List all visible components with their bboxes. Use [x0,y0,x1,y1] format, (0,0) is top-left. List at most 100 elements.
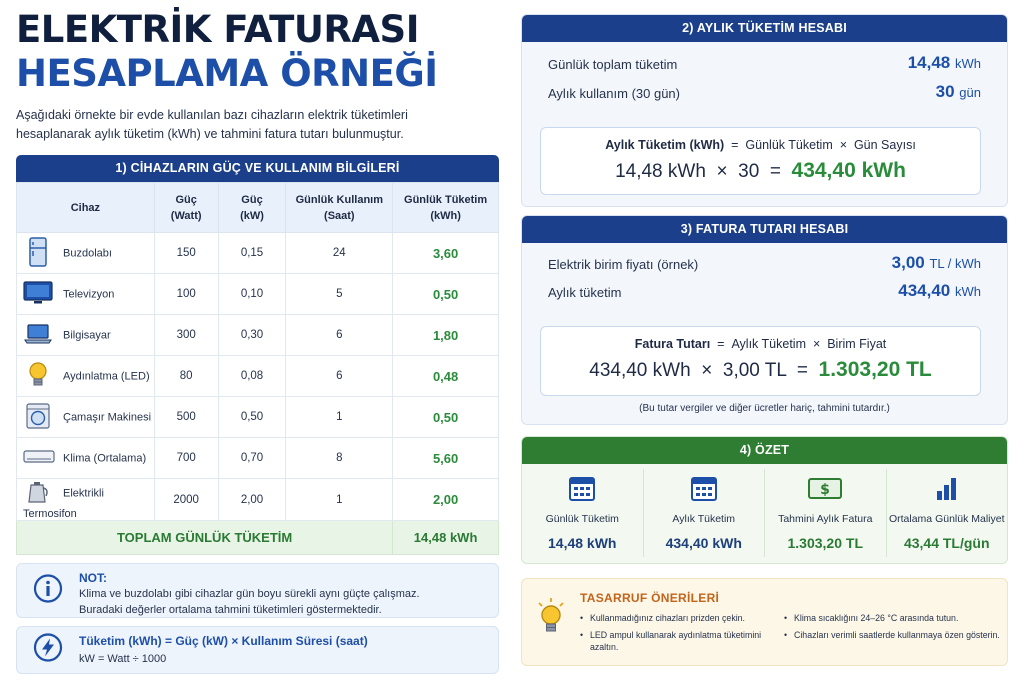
device-name: Televizyon [63,288,115,300]
tv-icon [23,280,53,308]
unit-price-value: 3,00 TL / kWh [891,253,981,272]
info-icon [33,573,63,608]
device-kw: 0,15 [217,232,287,274]
device-kwh: 1,80 [392,314,499,356]
summary-item: Ortalama Günlük Maliyet 43,44 TL/gün [887,469,1008,557]
total-value: 14,48 kWh [392,520,499,556]
device-name: Bilgisayar [63,329,111,341]
lightbulb-icon [536,597,566,642]
device-kwh: 3,60 [392,232,499,274]
bar-chart-icon [887,473,1008,505]
note-line1: Klima ve buzdolabı gibi cihazlar gün boy… [79,588,420,600]
table-row: Aydınlatma (LED) 80 0,08 6 0,48 [16,355,499,397]
table-row: Klima (Ortalama) 700 0,70 8 5,60 [16,437,499,479]
total-label: TOPLAM GÜNLÜK TÜKETİM [15,520,394,556]
summary-label: Günlük Tüketim [545,513,619,525]
bill-calculation: 434,40 kWh × 3,00 TL = 1.303,20 TL [589,358,932,381]
monthly-consumption-value: 434,40 kWh [898,281,981,300]
summary-value: 14,48 kWh [548,535,617,551]
tips-list-left: Kullanmadığınız cihazları prizden çekin.… [580,612,770,658]
col-header-consumption: Günlük Tüketim (kWh) [392,182,499,233]
col-header-device: Cihaz [16,182,155,233]
summary-item: Aylık Tüketim 434,40 kWh [644,469,765,557]
monthly-formula-box: Aylık Tüketim (kWh) = Günlük Tüketim × G… [540,127,981,195]
tip-item: Cihazları verimli saatlerde kullanmaya ö… [784,629,1004,641]
device-watt: 2000 [153,477,219,522]
device-name: Klima (Ortalama) [63,452,147,464]
col-header-watt: Güç (Watt) [153,182,219,233]
device-watt: 500 [153,396,219,438]
device-kw: 0,08 [217,355,287,397]
device-hours: 1 [285,477,394,522]
summary-label: Aylık Tüketim [672,513,736,525]
device-kwh: 2,00 [392,477,499,522]
unit-price-row: Elektrik birim fiyatı (örnek) 3,00 TL / … [548,253,981,277]
monthly-formula: Aylık Tüketim (kWh) = Günlük Tüketim × G… [605,138,916,152]
note-title: NOT: [79,571,107,585]
device-watt: 300 [153,314,219,356]
calendar-icon [644,473,765,505]
device-watt: 80 [153,355,219,397]
tip-item: Kullanmadığınız cihazları prizden çekin. [580,612,770,624]
formula-line: kW = Watt ÷ 1000 [79,653,167,665]
bill-formula: Fatura Tutarı = Aylık Tüketim × Birim Fi… [634,337,887,351]
money-icon: $ [765,473,886,505]
summary-panel: 4) ÖZET Günlük Tüketim 14,48 kWh Aylık T… [521,436,1008,564]
device-kw: 0,50 [217,396,287,438]
monthly-consumption-label: Aylık tüketim [548,285,622,300]
daily-total-label: Günlük toplam tüketim [548,57,678,72]
device-hours: 1 [285,396,394,438]
tips-title: TASARRUF ÖNERİLERİ [580,591,720,605]
device-hours: 6 [285,355,394,397]
bill-footnote: (Bu tutar vergiler ve diğer ücretler har… [639,403,890,414]
summary-item: Günlük Tüketim 14,48 kWh [522,469,644,557]
lightbulb-icon [23,361,53,392]
device-watt: 100 [153,273,219,315]
bill-result: 1.303,20 TL [818,358,932,381]
monthly-consumption-row: Aylık tüketim 434,40 kWh [548,281,981,305]
monthly-consumption-panel: 2) AYLIK TÜKETİM HESABI Günlük toplam tü… [521,14,1008,207]
section1-title: 1) CİHAZLARIN GÜÇ VE KULLANIM BİLGİLERİ [16,155,499,182]
lightning-icon [33,633,63,668]
note-line2: Buradaki değerler ortalama tahmini tüket… [79,604,382,616]
device-name: Buzdolabı [63,247,112,259]
page-title-line1: ELEKTRİK FATURASI [16,8,419,51]
monthly-result: 434,40 kWh [791,159,906,182]
device-watt: 150 [153,232,219,274]
summary-label: Tahmini Aylık Fatura [778,513,873,525]
device-kwh: 0,48 [392,355,499,397]
air-conditioner-icon [23,449,55,468]
monthly-days-label: Aylık kullanım (30 gün) [548,86,680,101]
washing-machine-icon [23,402,53,432]
table-row: Çamaşır Makinesi 500 0,50 1 0,50 [16,396,499,438]
table-row: Televizyon 100 0,10 5 0,50 [16,273,499,315]
device-name: Çamaşır Makinesi [63,411,152,423]
table-row: Buzdolabı 150 0,15 24 3,60 [16,232,499,274]
summary-label: Ortalama Günlük Maliyet [888,513,1005,525]
saving-tips-box: TASARRUF ÖNERİLERİ Kullanmadığınız cihaz… [521,578,1008,666]
monthly-days-value: 30 gün [935,82,981,101]
table-row: Bilgisayar 300 0,30 6 1,80 [16,314,499,356]
formula-note-box: Tüketim (kWh) = Güç (kW) × Kullanım Süre… [16,626,499,674]
device-kwh: 0,50 [392,273,499,315]
col-header-usage: Günlük Kullanım (Saat) [285,182,394,233]
daily-total-row: Günlük toplam tüketim 14,48 kWh [548,53,981,77]
device-kw: 2,00 [217,477,287,522]
daily-total-value: 14,48 kWh [907,53,981,72]
bill-amount-panel: 3) FATURA TUTARI HESABI Elektrik birim f… [521,215,1008,425]
unit-price-label: Elektrik birim fiyatı (örnek) [548,257,699,272]
calendar-icon [522,473,643,505]
tip-item: LED ampul kullanarak aydınlatma tüketimi… [580,629,770,653]
device-hours: 6 [285,314,394,356]
section4-title: 4) ÖZET [522,437,1007,464]
col-header-kw: Güç (kW) [217,182,287,233]
summary-value: 1.303,20 TL [787,535,864,551]
fridge-icon [23,236,53,270]
device-table-section: 1) CİHAZLARIN GÜÇ VE KULLANIM BİLGİLERİ … [15,155,499,556]
device-kw: 0,70 [217,437,287,479]
device-hours: 24 [285,232,394,274]
tip-item: Klima sıcaklığını 24–26 °C arasında tutu… [784,612,1004,624]
device-kwh: 0,50 [392,396,499,438]
total-row: TOPLAM GÜNLÜK TÜKETİM 14,48 kWh [15,520,499,556]
section2-title: 2) AYLIK TÜKETİM HESABI [522,15,1007,42]
